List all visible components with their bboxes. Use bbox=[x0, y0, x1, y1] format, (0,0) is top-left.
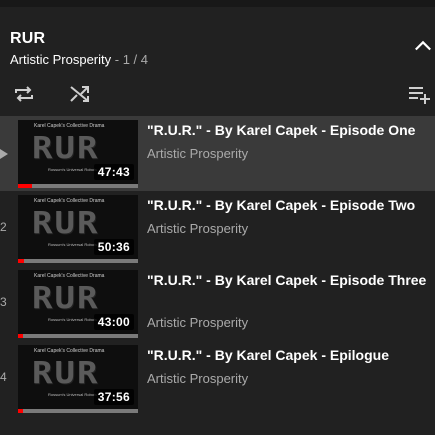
thumbnail-logo: RUR bbox=[32, 205, 100, 241]
playlist-subtitle: Artistic Prosperity - 1 / 4 bbox=[10, 52, 148, 67]
thumbnail-caption-bottom: Rossum's Universal Robots bbox=[48, 317, 98, 322]
video-title[interactable]: "R.U.R." - By Karel Capek - Episode Thre… bbox=[147, 271, 435, 290]
playlist-title[interactable]: RUR bbox=[10, 30, 45, 48]
thumbnail-caption-top: Karel Capek's Collective Drama bbox=[34, 123, 105, 129]
playlist-item[interactable]: 2 Karel Capek's Collective Drama RUR Rossum… bbox=[0, 191, 435, 266]
thumbnail-caption-top: Karel Capek's Collective Drama bbox=[34, 348, 105, 354]
watch-progress-fill bbox=[18, 259, 24, 263]
loop-icon[interactable] bbox=[12, 82, 36, 106]
playlist-item[interactable]: 3 Karel Capek's Collective Drama RUR Rossum… bbox=[0, 266, 435, 341]
watch-progress-track bbox=[18, 334, 138, 338]
panel-top-border bbox=[0, 0, 435, 7]
playlist-panel: RUR Artistic Prosperity - 1 / 4 Karel Ca… bbox=[0, 0, 435, 435]
duration-badge: 43:00 bbox=[93, 314, 134, 330]
playlist-header: RUR Artistic Prosperity - 1 / 4 bbox=[0, 7, 435, 112]
video-title[interactable]: "R.U.R." - By Karel Capek - Episode Two bbox=[147, 196, 435, 215]
watch-progress-track bbox=[18, 184, 138, 188]
thumbnail-logo: RUR bbox=[32, 280, 100, 316]
video-thumbnail[interactable]: Karel Capek's Collective Drama RUR Rossum'… bbox=[18, 120, 138, 188]
playlist-channel[interactable]: Artistic Prosperity bbox=[10, 52, 111, 67]
thumbnail-caption-top: Karel Capek's Collective Drama bbox=[34, 273, 105, 279]
watch-progress-track bbox=[18, 409, 138, 413]
item-index: 2 bbox=[0, 220, 7, 234]
video-title[interactable]: "R.U.R." - By Karel Capek - Epilogue bbox=[147, 346, 435, 365]
thumbnail-caption-bottom: Rossum's Universal Robots bbox=[48, 242, 98, 247]
video-channel[interactable]: Artistic Prosperity bbox=[147, 371, 248, 386]
duration-badge: 50:36 bbox=[93, 239, 134, 255]
video-thumbnail[interactable]: Karel Capek's Collective Drama RUR Rossum'… bbox=[18, 270, 138, 338]
watch-progress-fill bbox=[18, 409, 23, 413]
playlist-add-icon[interactable] bbox=[407, 82, 431, 106]
duration-badge: 47:43 bbox=[93, 164, 134, 180]
thumbnail-logo: RUR bbox=[32, 355, 100, 391]
shuffle-icon[interactable] bbox=[68, 82, 92, 106]
thumbnail-caption-bottom: Rossum's Universal Robots bbox=[48, 167, 98, 172]
playlist-item[interactable]: 4 Karel Capek's Collective Drama RUR Rossum… bbox=[0, 341, 435, 416]
video-channel[interactable]: Artistic Prosperity bbox=[147, 221, 248, 236]
item-index: 3 bbox=[0, 295, 7, 309]
thumbnail-caption-bottom: Rossum's Universal Robots bbox=[48, 392, 98, 397]
video-title[interactable]: "R.U.R." - By Karel Capek - Episode One bbox=[147, 121, 435, 140]
playlist-separator: - bbox=[111, 52, 123, 67]
watch-progress-fill bbox=[18, 184, 32, 188]
video-thumbnail[interactable]: Karel Capek's Collective Drama RUR Rossum'… bbox=[18, 195, 138, 263]
panel-bottom bbox=[0, 426, 435, 435]
chevron-up-icon[interactable] bbox=[412, 35, 434, 57]
thumbnail-logo: RUR bbox=[32, 130, 100, 166]
playlist-position: 1 / 4 bbox=[122, 52, 148, 67]
video-channel[interactable]: Artistic Prosperity bbox=[147, 146, 248, 161]
item-index: 4 bbox=[0, 370, 7, 384]
watch-progress-track bbox=[18, 259, 138, 263]
video-channel[interactable]: Artistic Prosperity bbox=[147, 315, 248, 330]
watch-progress-fill bbox=[18, 334, 23, 338]
thumbnail-caption-top: Karel Capek's Collective Drama bbox=[34, 198, 105, 204]
video-thumbnail[interactable]: Karel Capek's Collective Drama RUR Rossum'… bbox=[18, 345, 138, 413]
playlist-item[interactable]: Karel Capek's Collective Drama RUR Rossum'… bbox=[0, 116, 435, 191]
now-playing-icon bbox=[0, 149, 8, 159]
duration-badge: 37:56 bbox=[93, 389, 134, 405]
